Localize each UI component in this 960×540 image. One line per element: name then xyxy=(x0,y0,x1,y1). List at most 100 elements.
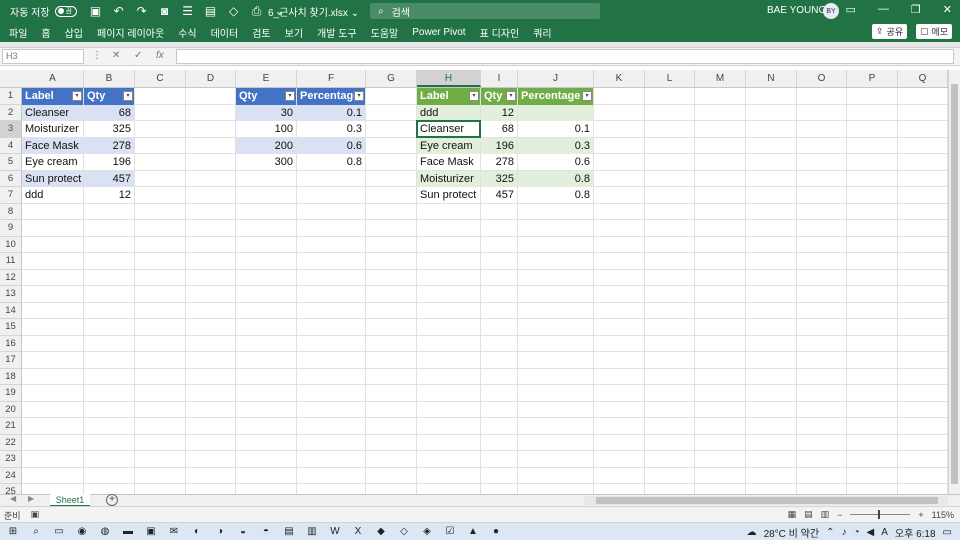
row-header-9[interactable]: 9 xyxy=(0,220,22,237)
add-sheet-button[interactable]: + xyxy=(106,494,118,506)
table-cell[interactable]: 0.3 xyxy=(518,137,593,154)
row-header-21[interactable]: 21 xyxy=(0,418,22,435)
app-icon[interactable]: ▲ xyxy=(466,524,480,538)
tab-page-layout[interactable]: 페이지 레이아웃 xyxy=(97,25,164,40)
weather-text[interactable]: 28°C 비 약간 xyxy=(764,525,820,540)
app-icon[interactable]: ◑ xyxy=(213,524,227,538)
windows-start-icon[interactable]: ⊞ xyxy=(6,524,20,538)
insert-function-button[interactable]: fx xyxy=(156,50,164,61)
file-explorer-icon[interactable]: ▬ xyxy=(121,524,135,538)
tab-insert[interactable]: 삽입 xyxy=(65,25,83,40)
table-header-cell[interactable]: Label ▾ xyxy=(417,88,480,105)
table-header-cell[interactable]: Qty ▾ xyxy=(481,88,517,105)
table-cell[interactable]: 457 xyxy=(84,170,134,187)
column-header-e[interactable]: E xyxy=(236,70,297,87)
row-header-1[interactable]: 1 xyxy=(0,88,22,105)
autosave-control[interactable]: 자동 저장 끔 xyxy=(10,4,77,19)
tab-query[interactable]: 쿼리 xyxy=(533,25,551,40)
vertical-scroll-thumb[interactable] xyxy=(951,84,958,484)
column-header-c[interactable]: C xyxy=(135,70,186,87)
table-cell[interactable]: Moisturizer xyxy=(417,170,480,187)
column-header-j[interactable]: J xyxy=(518,70,594,87)
table-header-cell[interactable]: Qty ▾ xyxy=(84,88,134,105)
excel-icon[interactable]: X xyxy=(351,524,365,538)
app-icon[interactable]: ◆ xyxy=(374,524,388,538)
word-icon[interactable]: W xyxy=(328,524,342,538)
format-icon[interactable]: ☰ xyxy=(181,4,195,19)
enter-icon[interactable]: ✓ xyxy=(134,50,142,61)
column-header-o[interactable]: O xyxy=(797,70,847,87)
filter-dropdown-icon[interactable]: ▾ xyxy=(123,91,133,101)
table-cell[interactable]: 457 xyxy=(481,187,517,204)
column-header-a[interactable]: A xyxy=(22,70,84,87)
row-header-8[interactable]: 8 xyxy=(0,203,22,220)
zoom-slider[interactable] xyxy=(850,510,911,519)
network-icon[interactable]: ◔ xyxy=(853,527,859,538)
column-header-n[interactable]: N xyxy=(746,70,797,87)
autosave-toggle[interactable]: 끔 xyxy=(54,5,77,17)
tab-review[interactable]: 검토 xyxy=(252,25,270,40)
app-icon[interactable]: ◓ xyxy=(259,524,273,538)
table-cell[interactable]: 278 xyxy=(84,137,134,154)
cancel-icon[interactable]: ✕ xyxy=(112,50,120,61)
document-title[interactable]: 6_근사치 찾기.xlsx ⌄ xyxy=(268,4,359,19)
row-header-23[interactable]: 23 xyxy=(0,451,22,468)
redo-icon[interactable]: ↷ xyxy=(135,4,149,19)
table-cell[interactable]: Moisturizer xyxy=(22,121,83,138)
table-cell[interactable] xyxy=(518,104,593,121)
image-icon[interactable]: ▤ xyxy=(204,4,218,19)
row-header-22[interactable]: 22 xyxy=(0,434,22,451)
table-cell[interactable]: 0.6 xyxy=(518,154,593,171)
table-cell[interactable]: 0.8 xyxy=(518,187,593,204)
ribbon-display-icon[interactable]: ▭ xyxy=(846,3,856,16)
table-cell[interactable]: 325 xyxy=(481,170,517,187)
formula-input[interactable] xyxy=(176,49,954,64)
app-icon[interactable]: ◈ xyxy=(420,524,434,538)
filter-dropdown-icon[interactable]: ▾ xyxy=(582,91,592,101)
row-header-2[interactable]: 2 xyxy=(0,104,22,121)
table-cell[interactable]: ddd xyxy=(22,187,83,204)
sheet-next-icon[interactable]: ▶ xyxy=(28,494,34,503)
tab-data[interactable]: 데이터 xyxy=(211,25,239,40)
chrome-icon[interactable]: ◍ xyxy=(98,524,112,538)
row-header-13[interactable]: 13 xyxy=(0,286,22,303)
tab-view[interactable]: 보기 xyxy=(285,25,303,40)
more-options-icon[interactable]: ⋮ xyxy=(92,50,102,61)
table-cell[interactable]: Sun protect xyxy=(417,187,480,204)
column-header-m[interactable]: M xyxy=(695,70,746,87)
row-header-16[interactable]: 16 xyxy=(0,335,22,352)
filter-dropdown-icon[interactable]: ▾ xyxy=(469,91,479,101)
notification-icon[interactable]: ▭ xyxy=(943,527,952,538)
column-header-g[interactable]: G xyxy=(366,70,417,87)
tab-developer[interactable]: 개발 도구 xyxy=(317,25,357,40)
tab-help[interactable]: 도움말 xyxy=(371,25,399,40)
table-cell[interactable]: 68 xyxy=(481,121,517,138)
search-box[interactable]: ⌕ 검색 xyxy=(370,3,600,19)
row-header-20[interactable]: 20 xyxy=(0,401,22,418)
table-cell[interactable]: Sun protect xyxy=(22,170,83,187)
column-header-k[interactable]: K xyxy=(594,70,645,87)
table-cell[interactable]: 278 xyxy=(481,154,517,171)
horizontal-scrollbar[interactable] xyxy=(584,496,948,505)
table-cell[interactable]: 0.1 xyxy=(518,121,593,138)
language-indicator[interactable]: A xyxy=(881,527,888,538)
sheet-prev-icon[interactable]: ◀ xyxy=(10,494,16,503)
column-header-p[interactable]: P xyxy=(847,70,898,87)
table-cell[interactable]: 30 xyxy=(236,104,296,121)
weather-icon[interactable]: ☁ xyxy=(747,527,757,538)
column-header-b[interactable]: B xyxy=(84,70,135,87)
edge-icon[interactable]: ◉ xyxy=(75,524,89,538)
app-icon[interactable]: ◒ xyxy=(236,524,250,538)
table-cell[interactable]: 0.8 xyxy=(518,170,593,187)
table-cell[interactable]: 12 xyxy=(481,104,517,121)
table-cell[interactable]: Face Mask xyxy=(417,154,480,171)
mail-icon[interactable]: ✉ xyxy=(167,524,181,538)
table-cell[interactable]: 0.1 xyxy=(297,104,365,121)
horizontal-scroll-thumb[interactable] xyxy=(596,497,938,504)
app-icon[interactable]: ● xyxy=(489,524,503,538)
table-cell[interactable]: 12 xyxy=(84,187,134,204)
column-header-l[interactable]: L xyxy=(645,70,695,87)
tab-file[interactable]: 파일 xyxy=(9,25,27,40)
page-break-view-icon[interactable]: ▥ xyxy=(821,509,830,520)
column-header-f[interactable]: F xyxy=(297,70,366,87)
